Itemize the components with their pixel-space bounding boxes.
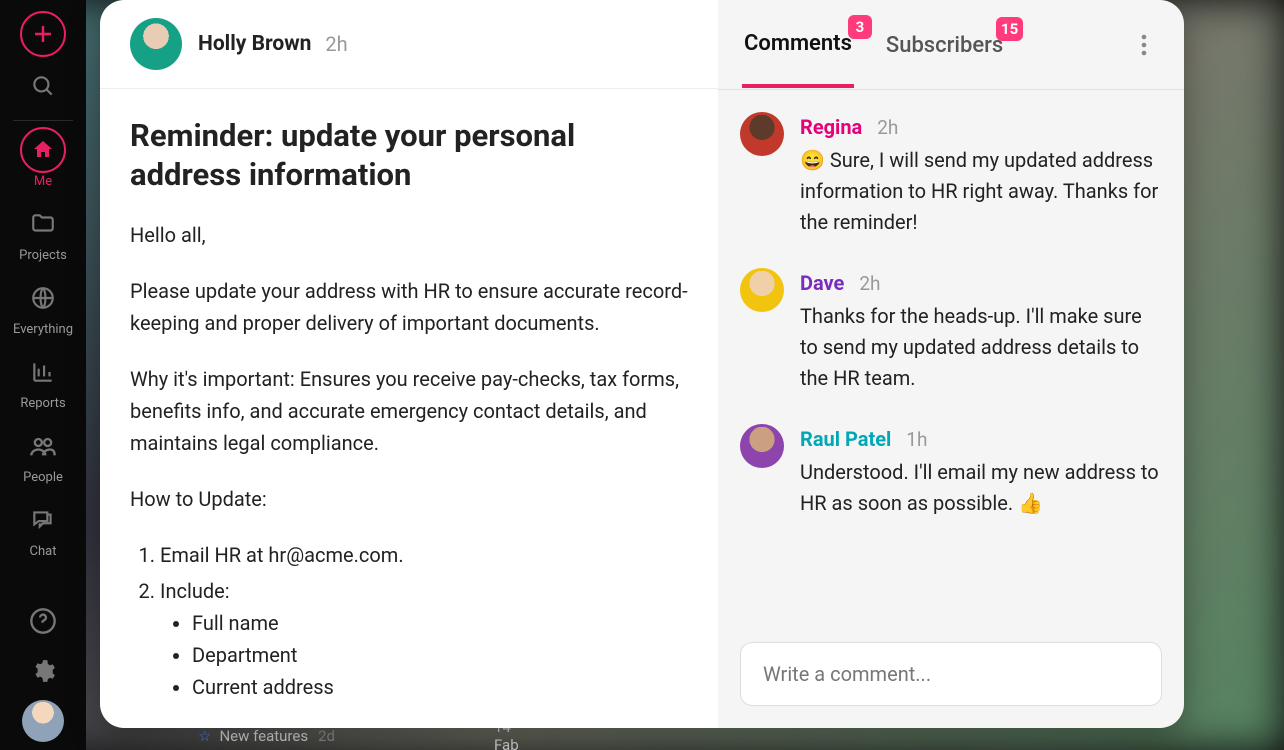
- post-header: Holly Brown 2h: [100, 0, 718, 89]
- avatar-image: [130, 18, 182, 70]
- post-timestamp: 2h: [325, 32, 347, 56]
- comment-item: Dave 2h Thanks for the heads-up. I'll ma…: [740, 268, 1162, 394]
- folder-icon: [30, 211, 56, 237]
- include-item: Full name: [192, 607, 688, 639]
- home-icon: [31, 138, 55, 162]
- sidebar-item-label: Reports: [20, 396, 65, 411]
- search-icon: [30, 73, 56, 99]
- commenter-name[interactable]: Regina: [800, 115, 862, 139]
- comments-count-badge: 3: [848, 15, 872, 39]
- settings-button[interactable]: [22, 650, 64, 692]
- composer-placeholder: Write a comment...: [763, 662, 931, 686]
- include-item: Department: [192, 639, 688, 671]
- comment-text: Thanks for the heads-up. I'll make sure …: [800, 301, 1162, 394]
- sidebar-item-label: Chat: [30, 544, 57, 559]
- behind-item-title: New features: [219, 727, 308, 745]
- more-options-button[interactable]: [1128, 29, 1160, 61]
- post-modal: Holly Brown 2h Reminder: update your per…: [100, 0, 1184, 728]
- comment-item: Regina 2h 😄 Sure, I will send my updated…: [740, 112, 1162, 238]
- include-list: Full name Department Current address: [160, 607, 688, 703]
- comment-text: 😄 Sure, I will send my updated address i…: [800, 145, 1162, 238]
- sidebar-item-everything[interactable]: Everything: [0, 275, 86, 337]
- tab-subscribers[interactable]: Subscribers 15: [884, 3, 1005, 86]
- sidebar-item-reports[interactable]: Reports: [0, 349, 86, 411]
- tab-label: Subscribers: [886, 33, 1003, 58]
- post-greeting: Hello all,: [130, 219, 688, 251]
- comment-timestamp: 1h: [906, 428, 927, 451]
- behind-item-age: 2d: [318, 727, 335, 745]
- commenter-name[interactable]: Raul Patel: [800, 427, 891, 451]
- author-name[interactable]: Holly Brown: [198, 32, 311, 56]
- comment-text: Understood. I'll email my new address to…: [800, 457, 1162, 519]
- plus-icon: [31, 22, 55, 46]
- comment-list: Regina 2h 😄 Sure, I will send my updated…: [718, 90, 1184, 632]
- howto-step: Email HR at hr@acme.com.: [160, 539, 688, 571]
- sidebar-item-label: People: [23, 470, 63, 485]
- comment-timestamp: 2h: [859, 272, 880, 295]
- comment-item: Raul Patel 1h Understood. I'll email my …: [740, 424, 1162, 519]
- commenter-avatar[interactable]: [740, 112, 784, 156]
- post-title: Reminder: update your personal address i…: [130, 117, 688, 195]
- search-button[interactable]: [20, 63, 66, 109]
- howto-step-text: Include:: [160, 579, 230, 603]
- howto-label: How to Update:: [130, 483, 688, 515]
- star-icon: ☆: [198, 727, 211, 745]
- kebab-icon: [1141, 34, 1147, 56]
- sidebar-item-chat[interactable]: Chat: [0, 497, 86, 559]
- globe-icon: [30, 285, 56, 311]
- tab-label: Comments: [744, 31, 852, 56]
- post-pane: Holly Brown 2h Reminder: update your per…: [100, 0, 718, 728]
- howto-steps: Email HR at hr@acme.com. Include: Full n…: [130, 539, 688, 703]
- help-icon: [29, 607, 57, 635]
- post-paragraph: Please update your address with HR to en…: [130, 275, 688, 339]
- sidebar-divider: [13, 120, 73, 121]
- comment-timestamp: 2h: [877, 116, 898, 139]
- author-avatar[interactable]: [130, 18, 182, 70]
- avatar-image: [22, 700, 64, 742]
- commenter-avatar[interactable]: [740, 268, 784, 312]
- commenter-name[interactable]: Dave: [800, 271, 844, 295]
- post-body: Reminder: update your personal address i…: [100, 89, 718, 728]
- help-button[interactable]: [22, 600, 64, 642]
- sidebar-item-label: Projects: [19, 248, 67, 263]
- chart-icon: [30, 359, 56, 385]
- howto-step: Include: Full name Department Current ad…: [160, 575, 688, 703]
- sidebar-item-people[interactable]: People: [0, 423, 86, 485]
- chat-icon: [30, 507, 56, 533]
- include-item: Current address: [192, 671, 688, 703]
- subscribers-count-badge: 15: [996, 17, 1023, 41]
- sidebar-item-me[interactable]: Me: [0, 127, 86, 189]
- new-button[interactable]: [20, 11, 66, 57]
- commenter-avatar[interactable]: [740, 424, 784, 468]
- side-tabs: Comments 3 Subscribers 15: [718, 0, 1184, 90]
- app-sidebar: Me Projects Everything Reports People Ch…: [0, 0, 86, 750]
- gear-icon: [30, 658, 56, 684]
- current-user-avatar[interactable]: [22, 700, 64, 742]
- comments-pane: Comments 3 Subscribers 15 Regina 2h 😄 S: [718, 0, 1184, 728]
- people-icon: [29, 432, 57, 460]
- comment-composer[interactable]: Write a comment...: [740, 642, 1162, 706]
- sidebar-item-label: Me: [34, 174, 52, 189]
- sidebar-item-projects[interactable]: Projects: [0, 201, 86, 263]
- post-paragraph: Why it's important: Ensures you receive …: [130, 363, 688, 459]
- sidebar-item-label: Everything: [13, 322, 73, 337]
- tab-comments[interactable]: Comments 3: [742, 1, 854, 88]
